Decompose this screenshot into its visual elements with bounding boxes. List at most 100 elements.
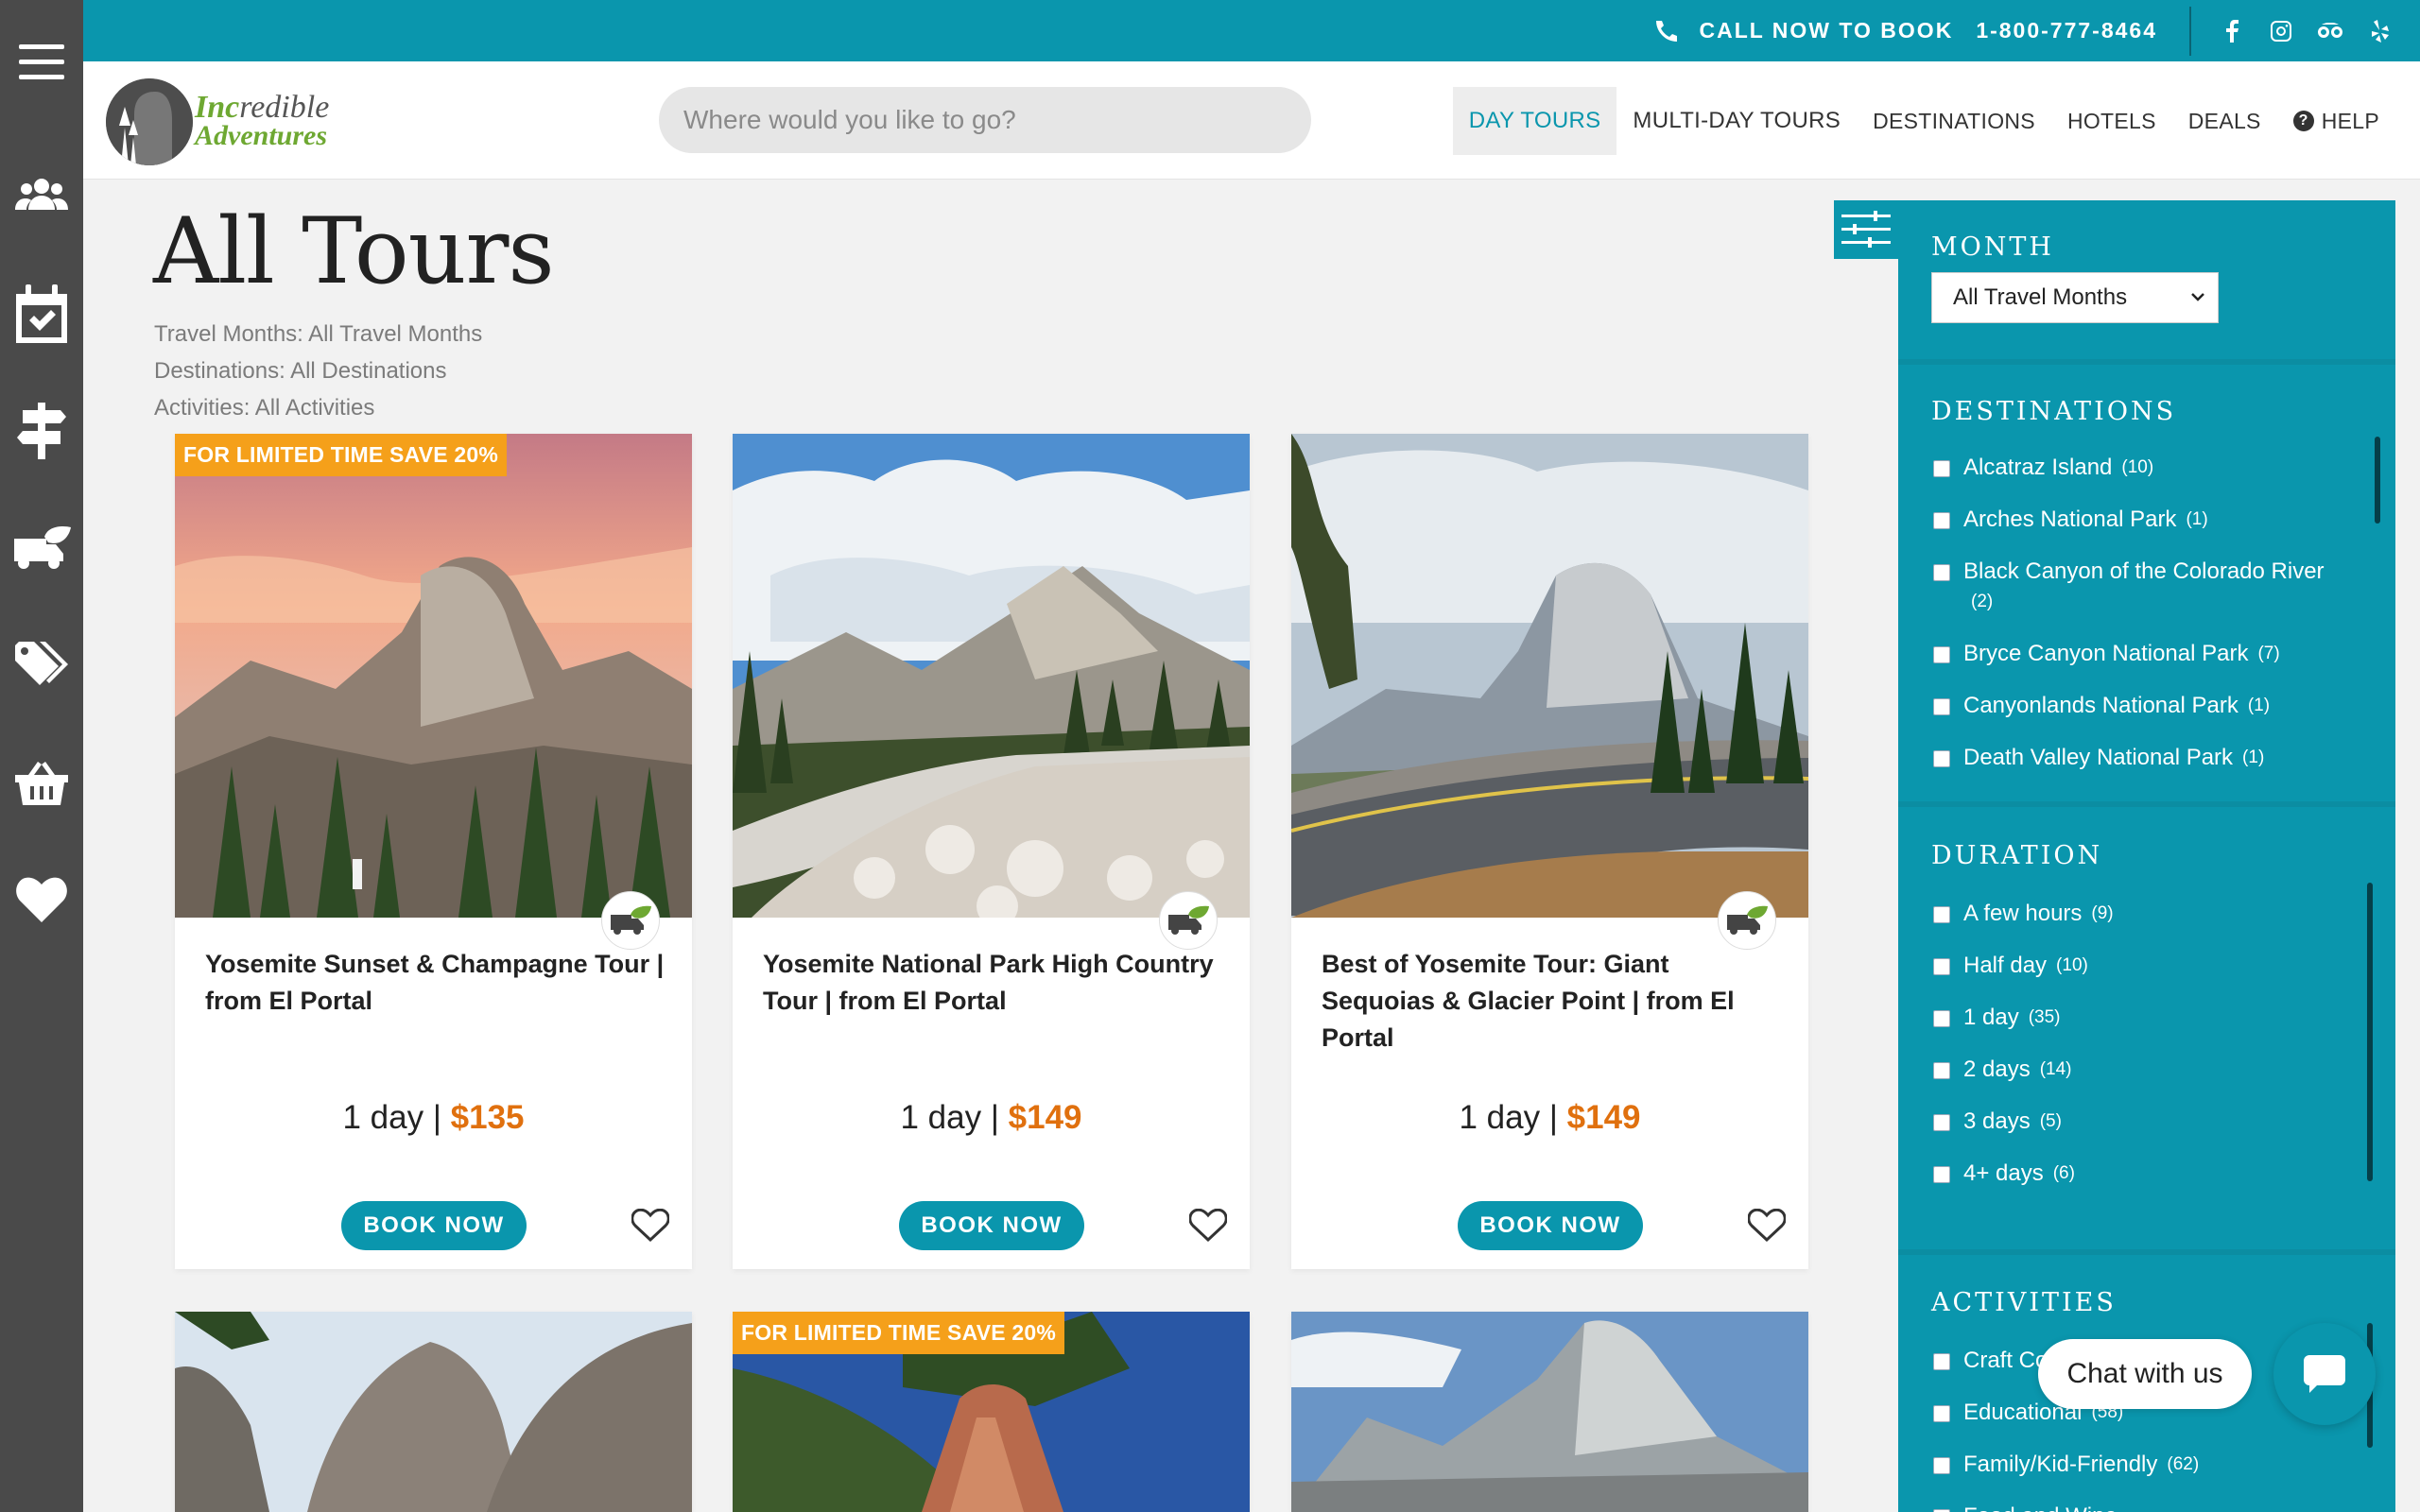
tour-card[interactable]: Yosemite National Park High Country Tour… (733, 434, 1250, 1269)
duration-option[interactable]: 2 days (14) (1933, 1056, 2359, 1084)
tour-card[interactable]: Best of Yosemite Tour: Giant Sequoias & … (1291, 434, 1808, 1269)
destination-option[interactable]: Canyonlands National Park (1) (1933, 692, 2359, 720)
tour-title[interactable]: Yosemite National Park High Country Tour… (763, 946, 1226, 1020)
tour-photo[interactable] (1291, 1312, 1808, 1512)
chat-button[interactable] (2273, 1323, 2376, 1425)
favorite-heart-icon[interactable] (1747, 1208, 1787, 1247)
call-label: CALL NOW TO BOOK (1699, 18, 1954, 43)
calendar-check-icon[interactable] (0, 266, 83, 361)
destinations-scrollbar[interactable] (2375, 437, 2380, 524)
nav-hotels[interactable]: HOTELS (2051, 87, 2172, 155)
favorite-heart-icon[interactable] (631, 1208, 670, 1247)
destination-option[interactable]: Arches National Park (1) (1933, 506, 2359, 534)
checkbox[interactable] (1933, 646, 1950, 663)
summary-activities: Activities: All Activities (154, 395, 375, 421)
tour-photo[interactable] (733, 434, 1250, 918)
duration-option[interactable]: A few hours (9) (1933, 900, 2359, 928)
tour-price-line: 1 day | $149 (900, 1099, 1082, 1136)
facebook-icon[interactable] (2220, 19, 2244, 43)
month-select[interactable]: All Travel Months (1931, 272, 2219, 323)
favorite-heart-icon[interactable] (1188, 1208, 1228, 1247)
checkbox[interactable] (1933, 1010, 1950, 1027)
instagram-icon[interactable] (2269, 19, 2293, 43)
call-to-book[interactable]: CALL NOW TO BOOK 1-800-777-8464 (1654, 18, 2158, 43)
activity-option[interactable]: Family/Kid-Friendly (62) (1933, 1451, 2359, 1479)
checkbox[interactable] (1933, 750, 1950, 767)
filter-toggle-button[interactable] (1834, 200, 1898, 259)
duration-option[interactable]: 3 days (5) (1933, 1108, 2359, 1136)
tour-title[interactable]: Best of Yosemite Tour: Giant Sequoias & … (1322, 946, 1785, 1057)
checkbox[interactable] (1933, 1457, 1950, 1474)
checkbox[interactable] (1933, 564, 1950, 581)
destination-option[interactable]: Black Canyon of the Colorado River (2) (1933, 558, 2359, 616)
nav-destinations[interactable]: DESTINATIONS (1857, 87, 2051, 155)
phone-number[interactable]: 1-800-777-8464 (1976, 18, 2157, 43)
summary-months: Travel Months: All Travel Months (154, 321, 483, 347)
destination-option[interactable]: Death Valley National Park (1) (1933, 744, 2359, 771)
search-input[interactable] (659, 87, 1311, 153)
book-now-button[interactable]: BOOK NOW (1458, 1201, 1643, 1250)
nav-day-tours[interactable]: DAY TOURS (1452, 87, 1617, 155)
activities-heading: ACTIVITIES (1931, 1288, 2117, 1317)
tour-card[interactable]: FOR LIMITED TIME SAVE 20% (733, 1312, 1250, 1512)
duration-heading: DURATION (1931, 841, 2103, 870)
promo-badge: FOR LIMITED TIME SAVE 20% (175, 434, 507, 476)
eco-bus-icon (601, 891, 660, 950)
eco-bus-icon[interactable] (0, 501, 83, 595)
checkbox[interactable] (1933, 512, 1950, 529)
destination-option[interactable]: Alcatraz Island (10) (1933, 454, 2359, 482)
checkbox[interactable] (1933, 698, 1950, 715)
nav-multi-day-tours[interactable]: MULTI-DAY TOURS (1616, 87, 1857, 155)
chevron-down-icon (2191, 293, 2204, 301)
tags-icon[interactable] (0, 618, 83, 713)
filter-summary: Travel Months: All Travel Months Destina… (154, 316, 482, 426)
duration-option[interactable]: Half day (10) (1933, 952, 2359, 980)
checkbox[interactable] (1933, 958, 1950, 975)
site-logo[interactable]: Incredible Adventures (106, 78, 329, 165)
month-heading: MONTH (1931, 232, 2054, 262)
eco-bus-icon (1718, 891, 1776, 950)
menu-icon[interactable] (0, 15, 83, 110)
destination-option[interactable]: Bryce Canyon National Park (7) (1933, 640, 2359, 668)
duration-scrollbar[interactable] (2367, 883, 2373, 1181)
phone-icon (1654, 19, 1679, 43)
duration-option[interactable]: 1 day (35) (1933, 1004, 2359, 1032)
book-now-button[interactable]: BOOK NOW (899, 1201, 1084, 1250)
nav-help[interactable]: ? HELP (2277, 87, 2395, 155)
tour-photo[interactable] (175, 434, 692, 918)
tour-card[interactable] (175, 1312, 692, 1512)
activity-option[interactable]: Food and Wine (1933, 1503, 2359, 1512)
tour-price-line: 1 day | $135 (342, 1099, 525, 1136)
chat-prompt[interactable]: Chat with us (2038, 1339, 2252, 1409)
signpost-icon[interactable] (0, 384, 83, 478)
checkbox[interactable] (1933, 460, 1950, 477)
tour-title[interactable]: Yosemite Sunset & Champagne Tour | from … (205, 946, 668, 1020)
checkbox[interactable] (1933, 1166, 1950, 1183)
heart-icon[interactable] (0, 852, 83, 947)
tour-card[interactable]: FOR LIMITED TIME SAVE 20% Yosemite Sunse… (175, 434, 692, 1269)
checkbox[interactable] (1933, 1405, 1950, 1422)
main-nav: DAY TOURS MULTI-DAY TOURS DESTINATIONS H… (1452, 87, 2395, 155)
nav-deals[interactable]: DEALS (2172, 87, 2277, 155)
tour-photo[interactable] (175, 1312, 692, 1512)
help-icon: ? (2292, 111, 2314, 131)
checkbox[interactable] (1933, 906, 1950, 923)
basket-icon[interactable] (0, 735, 83, 830)
checkbox[interactable] (1933, 1062, 1950, 1079)
eco-bus-icon (1159, 891, 1218, 950)
tour-photo[interactable] (1291, 434, 1808, 918)
checkbox[interactable] (1933, 1353, 1950, 1370)
sliders-icon (1841, 211, 1891, 248)
yelp-icon[interactable] (2367, 19, 2392, 43)
tripadvisor-icon[interactable] (2318, 19, 2342, 43)
nav-help-label: HELP (2321, 108, 2379, 133)
book-now-button[interactable]: BOOK NOW (341, 1201, 527, 1250)
group-icon[interactable] (0, 147, 83, 242)
tour-price-line: 1 day | $149 (1459, 1099, 1641, 1136)
tour-card[interactable] (1291, 1312, 1808, 1512)
duration-option[interactable]: 4+ days (6) (1933, 1160, 2359, 1188)
page-title: All Tours (153, 198, 555, 304)
duration-checklist: A few hours (9) Half day (10) 1 day (35) 2 … (1933, 900, 2359, 1202)
tour-price: $135 (450, 1099, 525, 1136)
checkbox[interactable] (1933, 1114, 1950, 1131)
